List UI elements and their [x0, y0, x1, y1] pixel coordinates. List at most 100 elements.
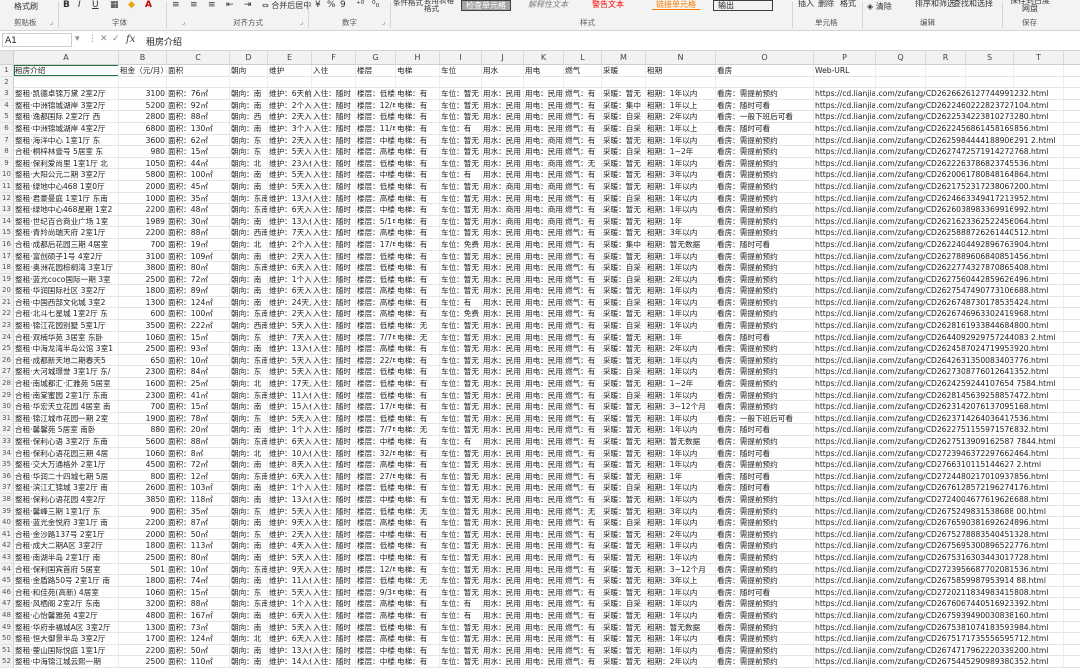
cell[interactable]: 面积：88㎡ [167, 598, 230, 609]
cell[interactable]: 4500 [119, 459, 167, 470]
column-header[interactable]: A [14, 51, 119, 64]
cell[interactable]: 整租·华润国际社区 3室2厅 [14, 285, 119, 296]
cell[interactable]: 用电：民用 [524, 378, 564, 389]
cell[interactable]: 面积：76㎡ [167, 88, 230, 99]
cell[interactable]: 电梯：有 [396, 598, 440, 609]
cell[interactable]: 燃气：有 [564, 633, 602, 644]
cell[interactable]: 车位：暂无 [440, 564, 482, 575]
cell[interactable]: 面积：35㎡ [167, 193, 230, 204]
cell[interactable]: 电梯：无 [396, 575, 440, 586]
cell[interactable]: 车位：暂无 [440, 482, 482, 493]
cell[interactable]: 楼层：低楼层 [356, 540, 396, 551]
cell[interactable]: 入住：随时 [312, 320, 356, 331]
more-icon[interactable]: ⋮ [88, 34, 97, 44]
delete-button[interactable]: 删除 [818, 0, 834, 9]
cell[interactable]: 楼层：17/电梯 [356, 401, 396, 412]
cell[interactable]: 面积：80㎡ [167, 262, 230, 273]
cell[interactable]: 电梯：有 [396, 378, 440, 389]
cell[interactable]: 合租·成都新天地二期春天5 [14, 355, 119, 366]
cell[interactable]: 看房：需提前预约 [716, 645, 814, 656]
cell[interactable]: 电梯：有 [396, 610, 440, 621]
cell[interactable]: 整租·奥洲花园棕榈湾 3室1厅 [14, 262, 119, 273]
cell[interactable]: 整租·中海龙湾半岛公馆 3室1 [14, 343, 119, 354]
cell[interactable]: 用电：民用 [524, 552, 564, 563]
cell[interactable]: 电梯：有 [396, 471, 440, 482]
cell[interactable]: 维护：5天入住 [268, 413, 312, 424]
cell[interactable]: 租期：1年以上 [646, 123, 716, 134]
cell[interactable]: 租期：暂无数据 [646, 239, 716, 250]
row-number[interactable]: 36 [0, 470, 14, 482]
cell[interactable]: 用电：民用 [524, 274, 564, 285]
cell[interactable]: 合租·保利心语花园三期 4居 [14, 448, 119, 459]
cell[interactable]: https://cd.lianjia.com/zufang/CD26440929… [814, 332, 1056, 343]
column-header[interactable]: N [646, 51, 716, 64]
cell[interactable]: 用电：商用 [524, 181, 564, 192]
cell[interactable]: 朝向：南 [230, 459, 268, 470]
cell[interactable]: 采暖：暂无 [602, 181, 646, 192]
cell[interactable]: 租期：1年 [646, 471, 716, 482]
cell[interactable]: 面积：88㎡ [167, 111, 230, 122]
cell[interactable]: 电梯：有 [396, 633, 440, 644]
cell[interactable]: 用水：民用 [482, 297, 524, 308]
cell[interactable]: 采暖：暂无 [602, 169, 646, 180]
cell[interactable]: 整租·世纪百合商业广场 1室 [14, 216, 119, 227]
row-number[interactable]: 32 [0, 424, 14, 436]
cell[interactable]: 燃气：有 [564, 297, 602, 308]
cell[interactable]: 电梯：有 [396, 123, 440, 134]
row-number[interactable]: 50 [0, 633, 14, 645]
style-check-cell[interactable]: 检查单元格 [461, 0, 511, 11]
cell[interactable]: 朝向：东 [230, 587, 268, 598]
cell[interactable]: 租期：1年 [646, 332, 716, 343]
underline-button[interactable]: U [92, 0, 99, 10]
cell[interactable]: 面积：87㎡ [167, 517, 230, 528]
cell[interactable]: 看房：需提前预约 [716, 262, 814, 273]
cell[interactable]: 楼层：低楼层 [356, 320, 396, 331]
cell[interactable]: 合租·南城都汇·汇雅苑 5居室 [14, 378, 119, 389]
cell[interactable]: 租期：2年以内 [646, 656, 716, 667]
cell[interactable]: 维护：2天入住 [268, 308, 312, 319]
cell[interactable]: 5200 [119, 100, 167, 111]
cell[interactable]: 用水：民用 [482, 622, 524, 633]
cell[interactable]: 采暖：暂无 [602, 471, 646, 482]
cell[interactable]: 面积：20㎡ [167, 424, 230, 435]
cell[interactable]: 朝向 [230, 65, 268, 76]
cell[interactable]: 采暖：暂无 [602, 355, 646, 366]
cell[interactable]: https://cd.lianjia.com/zufang/CD26260389… [814, 204, 1054, 215]
cell[interactable]: 入住：随时 [312, 111, 356, 122]
cell[interactable]: 维护：13入住 [268, 645, 312, 656]
cell[interactable]: 看房：需提前预约 [716, 459, 814, 470]
cell[interactable]: 面积：25㎡ [167, 378, 230, 389]
cell[interactable]: 电梯：有 [396, 517, 440, 528]
cell[interactable]: 入住：随时 [312, 656, 356, 667]
row-number[interactable]: 7 [0, 134, 14, 146]
cell[interactable]: 整租·绿地中心468 1室0厅 [14, 181, 119, 192]
cell[interactable]: https://cd.lianjia.com/zufang/CD26231420… [814, 401, 1054, 412]
cell[interactable]: 楼层：中楼层 [356, 494, 396, 505]
column-header[interactable]: H [396, 51, 440, 64]
cell[interactable]: 楼层：17/电梯 [356, 239, 396, 250]
cell[interactable]: 燃气：有 [564, 204, 602, 215]
cell[interactable]: 电梯：有 [396, 448, 440, 459]
alignment-launcher-icon[interactable]: ⌟ [300, 18, 303, 26]
cell[interactable]: 朝向：南 [230, 123, 268, 134]
cell[interactable]: 租期：1年以内 [646, 355, 716, 366]
fill-color-icon[interactable]: ◆ [128, 0, 135, 10]
cell[interactable]: 合租·成都后花园三期 4居室 [14, 239, 119, 250]
cell[interactable]: 租期：3年以内 [646, 227, 716, 238]
cell[interactable]: 采暖：暂无 [602, 529, 646, 540]
cell[interactable]: 燃气：有 [564, 645, 602, 656]
cell[interactable]: 2500 [119, 656, 167, 667]
cell[interactable]: 整租·君豪曼庭 1室1厅 东南 [14, 193, 119, 204]
cell[interactable]: 租期：1年以内 [646, 494, 716, 505]
cell[interactable]: 车位：暂无 [440, 146, 482, 157]
cell[interactable]: 楼层：高楼层 [356, 308, 396, 319]
cell[interactable]: 采暖：暂无 [602, 308, 646, 319]
cell[interactable]: 朝向：南 [230, 424, 268, 435]
cell[interactable]: 合租·和佳苑(高新) 4居室 [14, 587, 119, 598]
cell[interactable]: 维护：5天入住 [268, 506, 312, 517]
cell[interactable]: 燃气：有 [564, 88, 602, 99]
cell[interactable]: 燃气：有 [564, 355, 602, 366]
cell[interactable]: 楼层：低楼层 [356, 111, 396, 122]
cell[interactable]: 用电：民用 [524, 146, 564, 157]
cell[interactable]: 2500 [119, 343, 167, 354]
